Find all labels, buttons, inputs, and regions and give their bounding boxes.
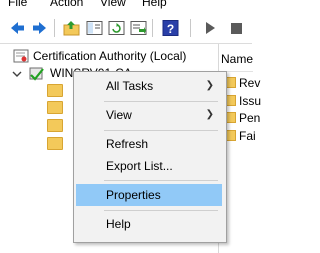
column-header-name[interactable]: Name	[219, 44, 253, 72]
chevron-down-icon[interactable]	[12, 69, 22, 79]
toolbar-separator	[190, 19, 191, 37]
list-item[interactable]: Issu	[223, 93, 261, 109]
certification-authority-icon	[13, 49, 29, 63]
menu-item-export-list[interactable]: Export List...	[76, 155, 222, 177]
menu-separator	[104, 210, 218, 211]
submenu-arrow-icon: ❯	[205, 80, 214, 91]
folder-icon[interactable]	[47, 119, 63, 132]
list-item-label: Pen	[239, 111, 261, 125]
up-folder-icon[interactable]	[63, 20, 80, 36]
menu-bar: File Action View Help	[0, 0, 252, 11]
menu-item-label: All Tasks	[106, 79, 154, 93]
list-item[interactable]: Rev	[223, 75, 260, 91]
refresh-icon[interactable]	[108, 20, 125, 36]
list-item[interactable]: Pen	[223, 110, 260, 126]
show-hide-tree-icon[interactable]	[86, 20, 103, 36]
folder-icon[interactable]	[47, 137, 63, 150]
menu-item-label: Export List...	[106, 159, 173, 173]
tree-root-node[interactable]: Certification Authority (Local)	[0, 48, 218, 65]
back-arrow-icon[interactable]	[9, 20, 26, 36]
submenu-arrow-icon: ❯	[205, 109, 214, 120]
list-item-label: Fai	[239, 129, 256, 143]
forward-arrow-icon[interactable]	[31, 20, 48, 36]
menu-separator	[104, 180, 218, 181]
menu-help[interactable]: Help	[142, 0, 167, 10]
menu-item-label: Refresh	[106, 137, 149, 151]
list-item-label: Issu	[239, 94, 262, 108]
folder-icon[interactable]	[47, 84, 63, 97]
menu-item-all-tasks[interactable]: All Tasks ❯	[76, 75, 222, 97]
menu-item-refresh[interactable]: Refresh	[76, 133, 222, 155]
list-item[interactable]: Fai	[223, 128, 256, 144]
export-icon[interactable]	[130, 20, 147, 36]
menu-item-properties[interactable]: Properties	[76, 184, 222, 206]
toolbar-separator	[54, 19, 55, 37]
menu-separator	[104, 130, 218, 131]
menu-file[interactable]: File	[8, 0, 27, 10]
help-icon[interactable]: ?	[162, 20, 179, 36]
toolbar-separator	[152, 19, 153, 37]
stop-service-icon[interactable]	[228, 20, 245, 36]
context-menu: All Tasks ❯ View ❯ Refresh Export List..…	[73, 71, 227, 243]
ca-server-icon	[29, 67, 44, 81]
menu-item-label: Help	[106, 217, 131, 231]
menu-item-label: View	[106, 108, 132, 122]
toolbar: ?	[0, 11, 252, 44]
menu-item-view[interactable]: View ❯	[76, 104, 222, 126]
menu-item-help[interactable]: Help	[76, 213, 222, 235]
start-service-icon[interactable]	[202, 20, 219, 36]
tree-root-label: Certification Authority (Local)	[33, 49, 187, 63]
menu-view[interactable]: View	[100, 0, 126, 10]
svg-text:?: ?	[167, 22, 174, 36]
list-item-label: Rev	[239, 76, 261, 90]
menu-item-label: Properties	[106, 188, 161, 202]
menu-separator	[104, 101, 218, 102]
folder-icon[interactable]	[47, 101, 63, 114]
menu-action[interactable]: Action	[50, 0, 83, 10]
